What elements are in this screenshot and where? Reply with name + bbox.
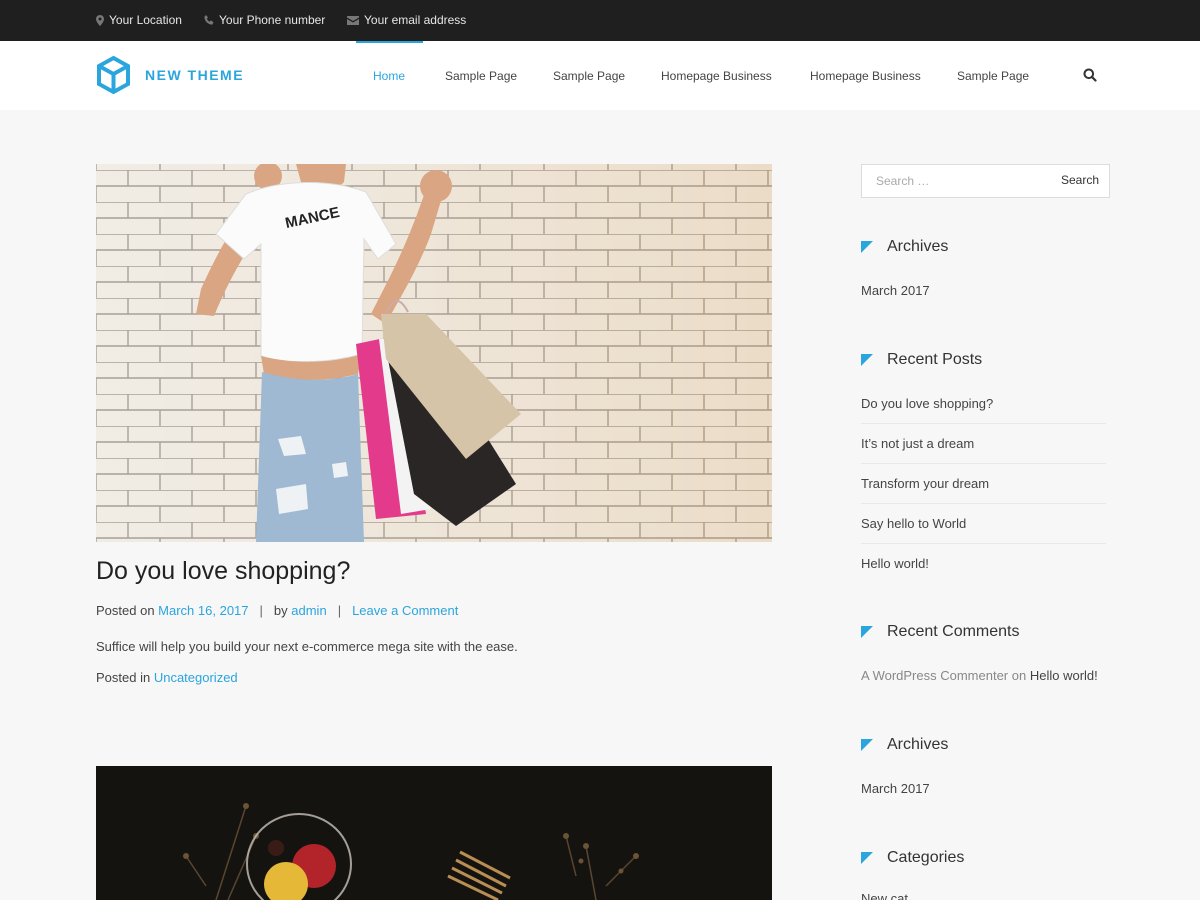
map-marker-icon [96, 14, 104, 26]
widget-title-text: Categories [887, 849, 965, 866]
category-item-link[interactable]: New cat [861, 891, 908, 900]
nav-item-homepage-business[interactable]: Homepage Business [810, 69, 921, 83]
post-meta: Posted on March 16, 2017 | by admin | Leave … [96, 603, 458, 618]
divider [861, 423, 1106, 424]
posted-on-label: Posted on [96, 603, 155, 618]
title-marker-icon [861, 626, 873, 638]
sidebar-search-form: Search [861, 164, 1110, 198]
recent-post-link[interactable]: Say hello to World [861, 516, 966, 531]
search-icon [1083, 68, 1097, 82]
post-excerpt: Suffice will help you build your next e-… [96, 639, 518, 654]
recent-post-link[interactable]: It’s not just a dream [861, 436, 974, 451]
search-submit-button[interactable]: Search [1061, 173, 1099, 187]
widget-title-text: Archives [887, 736, 949, 753]
post-author-link[interactable]: admin [291, 603, 326, 618]
header-search-button[interactable] [1083, 68, 1099, 84]
title-marker-icon [861, 354, 873, 366]
site-header: NEW THEME Home Sample Page Sample Page H… [0, 41, 1200, 110]
nav-active-indicator [356, 41, 423, 43]
meta-separator: | [337, 603, 342, 618]
comment-post-link[interactable]: Hello world! [1030, 668, 1098, 683]
widget-title-text: Archives [887, 238, 949, 255]
post-title[interactable]: Do you love shopping? [96, 557, 350, 586]
post-date-link[interactable]: March 16, 2017 [158, 603, 248, 618]
archive-link[interactable]: March 2017 [861, 283, 930, 298]
comment-author[interactable]: A WordPress Commenter [861, 668, 1008, 683]
widget-title-categories: Categories [861, 849, 964, 867]
post-categories: Posted in Uncategorized [96, 670, 238, 685]
envelope-icon [347, 15, 359, 25]
widget-title-archives: Archives [861, 238, 948, 256]
meta-separator: | [259, 603, 263, 618]
phone-info: Your Phone number [204, 13, 325, 27]
recent-comment-item: A WordPress Commenter on Hello world! [861, 668, 1098, 683]
comment-on-label: on [1011, 668, 1027, 683]
divider [861, 503, 1106, 504]
recent-post-link[interactable]: Transform your dream [861, 476, 989, 491]
widget-title-recent-comments: Recent Comments [861, 623, 1020, 641]
title-marker-icon [861, 241, 873, 253]
nav-item-sample-page[interactable]: Sample Page [445, 69, 517, 83]
nav-item-home[interactable]: Home [373, 69, 405, 83]
widget-title-recent-posts: Recent Posts [861, 351, 982, 369]
divider [861, 543, 1106, 544]
recent-post-link[interactable]: Hello world! [861, 556, 929, 571]
phone-icon [204, 15, 214, 25]
site-title: NEW THEME [145, 67, 245, 83]
top-bar: Your Location Your Phone number Your ema… [0, 0, 1200, 41]
cube-logo-icon [97, 55, 130, 95]
location-info: Your Location [96, 13, 182, 27]
phone-text: Your Phone number [219, 13, 326, 27]
category-link[interactable]: Uncategorized [154, 670, 238, 685]
shopping-photo: MANCE [96, 164, 772, 542]
email-text: Your email address [364, 13, 467, 27]
nav-item-homepage-business[interactable]: Homepage Business [661, 69, 772, 83]
search-input[interactable] [862, 165, 1047, 197]
site-logo[interactable]: NEW THEME [96, 55, 244, 95]
title-marker-icon [861, 852, 873, 864]
widget-title-archives: Archives [861, 736, 948, 754]
archive-link[interactable]: March 2017 [861, 781, 930, 796]
posted-in-label: Posted in [96, 670, 151, 685]
by-label: by [273, 603, 288, 618]
nav-item-sample-page[interactable]: Sample Page [957, 69, 1029, 83]
post-featured-image[interactable]: MANCE [96, 164, 772, 542]
second-post-featured-image[interactable] [96, 766, 772, 900]
divider [861, 463, 1106, 464]
recent-post-link[interactable]: Do you love shopping? [861, 396, 993, 411]
food-photo [96, 766, 772, 900]
title-marker-icon [861, 739, 873, 751]
widget-title-text: Recent Posts [887, 351, 983, 368]
leave-comment-link[interactable]: Leave a Comment [352, 603, 458, 618]
widget-title-text: Recent Comments [887, 623, 1020, 640]
location-text: Your Location [109, 13, 182, 27]
email-info: Your email address [347, 13, 466, 27]
nav-item-sample-page[interactable]: Sample Page [553, 69, 625, 83]
